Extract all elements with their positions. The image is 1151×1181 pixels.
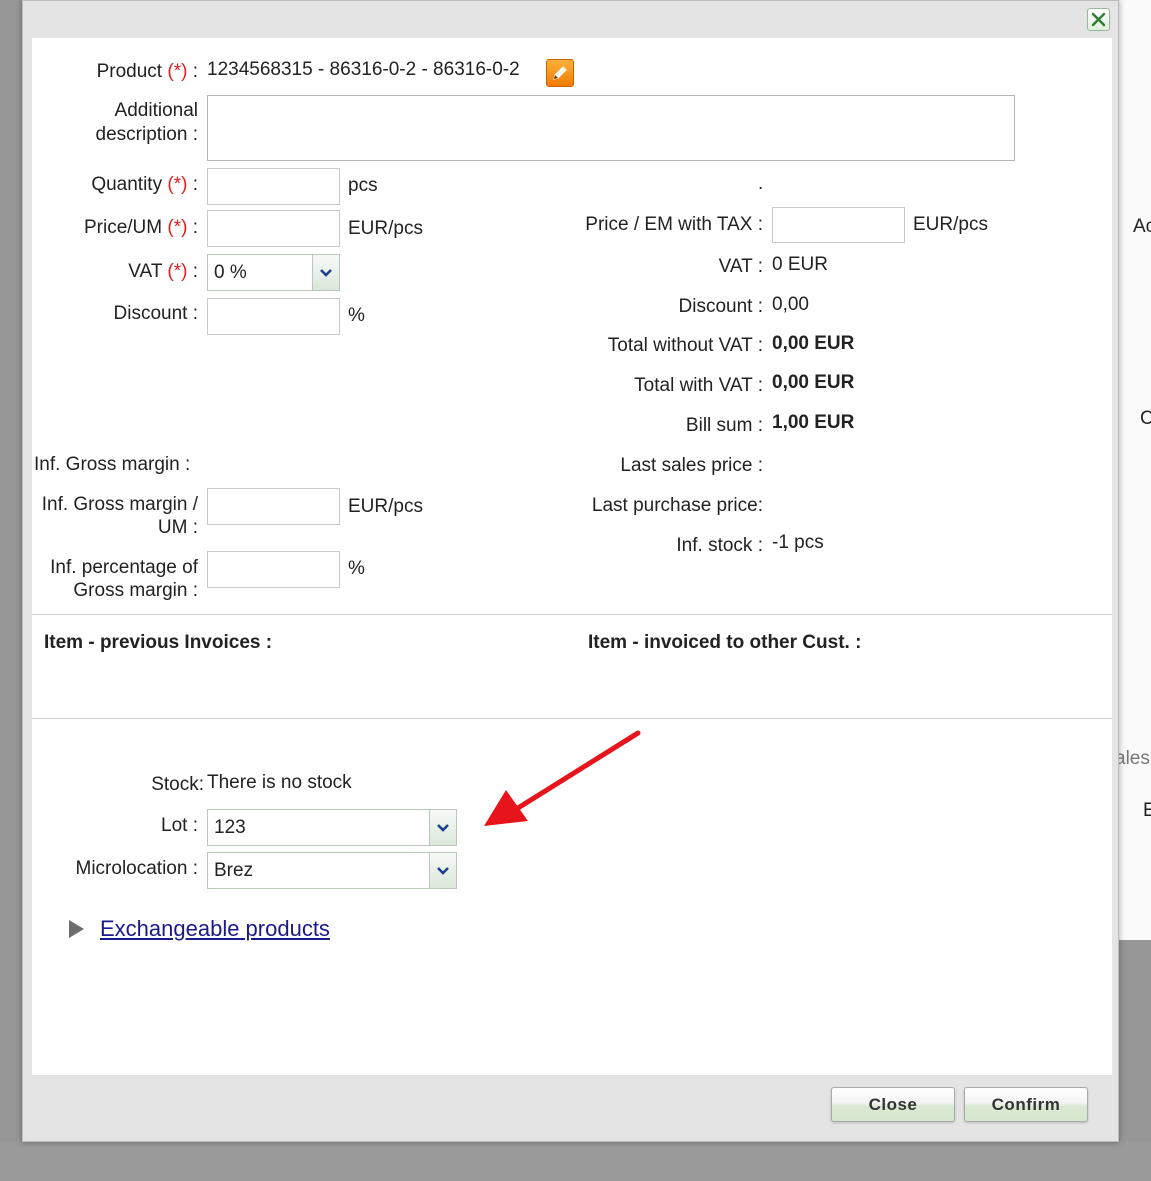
price-em-tax-unit: EUR/pcs [913, 214, 988, 235]
gross-margin-um-unit: EUR/pcs [348, 496, 423, 517]
gross-margin-pct-field[interactable] [207, 551, 340, 588]
previous-invoices-title: Item - previous Invoices : [44, 632, 273, 653]
chevron-down-icon [320, 268, 332, 277]
price-um-unit: EUR/pcs [348, 218, 423, 239]
triangle-right-icon [69, 920, 84, 938]
vat-select[interactable]: 0 % [207, 254, 340, 291]
close-button[interactable]: Close [831, 1087, 955, 1122]
red-arrow-icon [484, 730, 641, 826]
bill-sum-label: Bill sum : [685, 415, 763, 436]
additional-description-field[interactable] [207, 95, 1015, 161]
price-um-label: Price/UM (*) : [83, 217, 198, 238]
exchangeable-products-toggle[interactable]: Exchangeable products [69, 916, 330, 942]
microlocation-selected-value: Brez [214, 859, 254, 881]
background-page-right [1119, 0, 1151, 940]
lot-select[interactable]: 123 [207, 809, 457, 846]
background-text-1: Ac [1133, 216, 1151, 237]
microlocation-select[interactable]: Brez [207, 852, 457, 889]
gross-margin-pct-unit: % [348, 558, 365, 579]
lot-selected-value: 123 [214, 816, 246, 838]
close-x-icon [1091, 12, 1106, 27]
vat-selected-value: 0 % [214, 261, 247, 283]
summary-discount-label: Discount : [678, 296, 763, 317]
inf-stock-value: -1 pcs [772, 532, 824, 553]
total-with-vat-label: Total with VAT : [634, 375, 763, 396]
edit-product-button[interactable] [546, 59, 574, 87]
inf-stock-label: Inf. stock : [676, 535, 763, 556]
stock-label: Stock: [151, 774, 204, 795]
discount-field[interactable] [207, 298, 340, 335]
confirm-button[interactable]: Confirm [964, 1087, 1088, 1122]
quantity-field[interactable] [207, 168, 340, 205]
product-label: Product (*) : [96, 61, 198, 82]
exchangeable-products-link[interactable]: Exchangeable products [100, 916, 330, 942]
pencil-icon [553, 66, 567, 80]
chevron-down-icon [437, 823, 449, 832]
total-without-vat-label: Total without VAT : [607, 335, 763, 356]
product-value: 1234568315 - 86316-0-2 - 86316-0-2 [207, 59, 520, 80]
lot-label: Lot : [161, 815, 198, 836]
discount-label: Discount : [113, 303, 198, 324]
quantity-label: Quantity (*) : [91, 174, 198, 195]
quantity-unit: pcs [348, 175, 378, 196]
gross-margin-label: Inf. Gross margin : [34, 454, 191, 475]
microlocation-label: Microlocation : [75, 858, 199, 879]
chevron-down-icon [437, 866, 449, 875]
microlocation-dropdown-button[interactable] [429, 853, 456, 888]
background-text-4: E [1143, 800, 1151, 821]
background-page-bottom [0, 1142, 1151, 1181]
background-text-3: ales [1115, 748, 1150, 769]
invoiced-other-cust-title: Item - invoiced to other Cust. : [588, 632, 862, 653]
dialog-content: Product (*) : 1234568315 - 86316-0-2 - 8… [32, 38, 1112, 1075]
summary-discount-value: 0,00 [772, 294, 809, 315]
additional-description-label: Additional description : [95, 100, 198, 145]
required-marker: (*) [167, 61, 188, 82]
gross-margin-um-label: Inf. Gross margin / UM : [41, 494, 198, 538]
last-sales-price-label: Last sales price : [620, 455, 763, 476]
summary-vat-value: 0 EUR [772, 254, 828, 275]
dialog-close-button[interactable] [1087, 8, 1110, 31]
background-text-2: C [1140, 408, 1151, 429]
price-em-tax-field[interactable] [772, 207, 905, 243]
bill-sum-value: 1,00 EUR [772, 412, 855, 433]
total-without-vat-value: 0,00 EUR [772, 333, 855, 354]
vat-label: VAT (*) : [128, 261, 198, 282]
section-divider-top [32, 614, 1112, 615]
lot-dropdown-button[interactable] [429, 810, 456, 845]
total-with-vat-value: 0,00 EUR [772, 372, 855, 393]
summary-vat-label: VAT : [718, 256, 763, 277]
gross-margin-um-field[interactable] [207, 488, 340, 525]
summary-dot: . [758, 173, 764, 194]
stock-value: There is no stock [207, 772, 352, 793]
vat-dropdown-button[interactable] [312, 255, 339, 290]
discount-unit: % [348, 305, 365, 326]
gross-margin-pct-label: Inf. percentage of Gross margin : [50, 557, 198, 601]
section-divider-bottom [32, 718, 1112, 719]
last-purchase-price-label: Last purchase price: [591, 495, 763, 516]
price-em-tax-label: Price / EM with TAX : [585, 214, 763, 235]
price-um-field[interactable] [207, 210, 340, 247]
item-edit-dialog: Product (*) : 1234568315 - 86316-0-2 - 8… [22, 0, 1119, 1142]
